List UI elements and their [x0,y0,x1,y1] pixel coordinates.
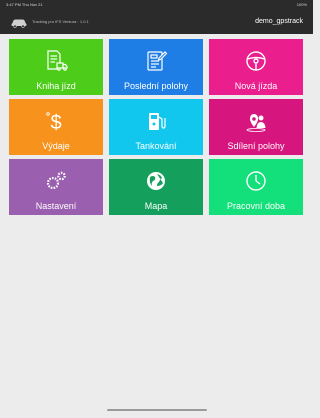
tile-sdileni-polohy[interactable]: Sdílení polohy [209,99,303,155]
fuel-pump-icon [149,113,166,130]
tile-kniha-jizd[interactable]: Kniha jízd [9,39,103,95]
tile-label: Mapa [144,201,168,211]
gears-icon [46,171,66,190]
car-logo-icon [11,19,27,28]
status-battery: 100% [296,2,307,7]
home-indicator[interactable] [107,409,207,411]
last-positions-icon [147,51,168,71]
tile-posledni-polohy[interactable]: Poslední polohy [109,39,203,95]
username-label[interactable]: demo_gpstrack [255,18,303,25]
tile-nova-jizda[interactable]: Nová jízda [209,39,303,95]
app-subtitle: Tracking pro IFS Ventura · 1.0.1 [32,19,89,24]
tile-label: Nastavení [35,201,77,211]
status-bar: 3:47 PM Thu Nov 21 100% [0,0,313,10]
tile-label: Poslední polohy [123,81,189,91]
tile-nastaveni[interactable]: Nastavení [9,159,103,215]
share-location-icon [246,114,266,132]
tile-label: Nová jízda [234,81,278,91]
status-time: 3:47 PM Thu Nov 21 [6,2,43,7]
tile-label: Sdílení polohy [227,141,285,151]
tile-tankovani[interactable]: Tankování [109,99,203,155]
tile-label: Výdaje [42,141,70,151]
steering-wheel-icon [246,51,266,71]
tile-label: Pracovní doba [226,201,286,211]
logbook-truck-icon [47,50,68,71]
tile-mapa[interactable]: Mapa [109,159,203,215]
clock-icon [246,171,266,191]
globe-icon [147,172,165,190]
svg-text:$: $ [50,112,61,133]
tile-label: Kniha jízd [36,81,76,91]
dollar-icon: $ [46,112,62,133]
tile-vydaje[interactable]: $ Výdaje [9,99,103,155]
tile-label: Tankování [135,141,177,151]
tile-pracovni-doba[interactable]: Pracovní doba [209,159,303,215]
app-header: Tracking pro IFS Ventura · 1.0.1 demo_gp… [0,10,313,34]
